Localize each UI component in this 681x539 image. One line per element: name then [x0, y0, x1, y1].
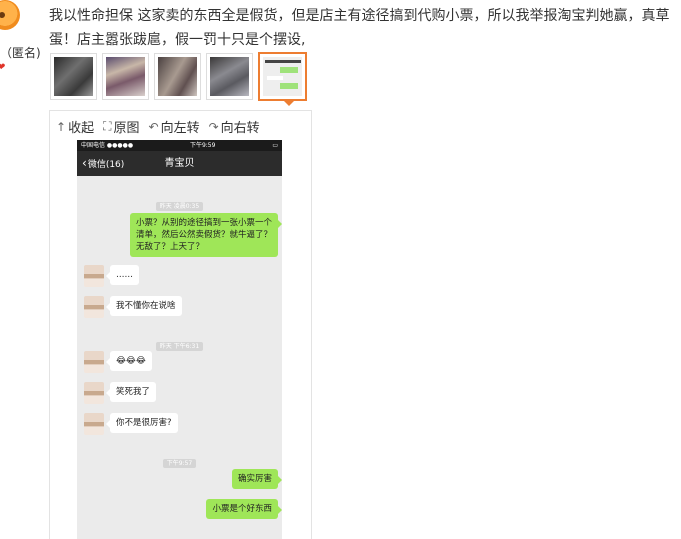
chat-nav-bar: ‹微信(16) 青宝贝: [77, 151, 282, 176]
rotate-right-icon: ↷: [208, 119, 219, 134]
message-bubble: 笑死我了: [105, 382, 157, 402]
message-bubble: 😂😂😂: [106, 351, 152, 371]
contact-avatar[interactable]: [84, 413, 104, 435]
timestamp: 下午9:57: [77, 450, 282, 469]
status-time: 下午9:59: [189, 142, 216, 149]
user-avatar[interactable]: [0, 0, 20, 30]
timestamp: 昨天 下午6:31: [77, 333, 282, 352]
thumbnail-image: [106, 57, 145, 96]
viewer-toolbar: ↑ 收起 ⛶ 原图 ↶ 向左转 ↷ 向右转: [56, 117, 260, 136]
contact-avatar[interactable]: [84, 265, 104, 287]
contact-avatar[interactable]: [84, 382, 104, 404]
chat-screenshot[interactable]: 中国电信 ●●●●● 下午9:59 ▭ ‹微信(16) 青宝贝 昨天 凌晨0:3…: [77, 140, 282, 539]
original-image-button[interactable]: ⛶ 原图: [103, 117, 139, 136]
message-right: 确实厉害: [231, 469, 282, 489]
message-left: 😂😂😂: [84, 351, 152, 373]
arrow-up-icon: ↑: [56, 119, 67, 134]
phone-status-bar: 中国电信 ●●●●● 下午9:59 ▭: [77, 140, 282, 151]
rotate-left-button[interactable]: ↶ 向左转: [148, 117, 200, 137]
message-bubble: 确实厉害: [231, 469, 282, 489]
chat-title: 青宝贝: [164, 158, 195, 169]
message-left: ……: [84, 265, 139, 287]
rotate-right-button[interactable]: ↷ 向右转: [208, 117, 260, 137]
timestamp-text: 昨天 凌晨0:35: [155, 202, 204, 211]
timestamp: 昨天 凌晨0:35: [77, 193, 282, 212]
carrier-signal: 中国电信 ●●●●●: [81, 142, 134, 149]
message-bubble: 小票？从别的途径搞到一张小票一个清单，然后公然卖假货？就牛逼了？无敌了？上天了？: [130, 213, 282, 257]
author-label: （匿名): [0, 46, 41, 60]
rotate-left-label: 向左转: [160, 121, 200, 136]
message-left: 笑死我了: [84, 382, 157, 404]
collapse-label: 收起: [68, 121, 95, 136]
image-viewer: ↑ 收起 ⛶ 原图 ↶ 向左转 ↷ 向右转 中国电信 ●●●●● 下午9:59 …: [49, 110, 312, 539]
thumbnail-image: [263, 57, 302, 96]
thumbnail-strip: [50, 52, 307, 101]
thumbnail-image: [54, 57, 93, 96]
contact-avatar[interactable]: [84, 296, 104, 318]
thumbnail-2[interactable]: [102, 53, 149, 100]
thumbnail-3[interactable]: [154, 53, 201, 100]
thumbnail-1[interactable]: [50, 53, 97, 100]
thumbnail-image: [158, 57, 197, 96]
heart-icon: ❤: [0, 62, 6, 73]
rotate-left-icon: ↶: [148, 119, 159, 134]
message-bubble: 小票是个好东西: [206, 499, 282, 519]
thumbnail-4[interactable]: [206, 53, 253, 100]
thumbnail-5-selected[interactable]: [258, 52, 307, 101]
rotate-right-label: 向右转: [220, 121, 260, 136]
message-bubble: 我不懂你在说啥: [106, 296, 182, 316]
message-right: 小票是个好东西: [206, 499, 282, 519]
message-bubble: ……: [106, 265, 139, 285]
post-text: 我以性命担保 这家卖的东西全是假货，但是店主有途径搞到代购小票，所以我举报淘宝判…: [49, 8, 670, 48]
message-left: 我不懂你在说啥: [84, 296, 182, 318]
thumbnail-image: [210, 57, 249, 96]
selection-pointer-icon: [283, 100, 295, 106]
collapse-button[interactable]: ↑ 收起: [56, 117, 95, 137]
timestamp-text: 昨天 下午6:31: [155, 342, 204, 351]
message-left: 你不是很厉害?: [84, 413, 178, 435]
contact-avatar[interactable]: [84, 351, 104, 373]
message-right: 小票？从别的途径搞到一张小票一个清单，然后公然卖假货？就牛逼了？无敌了？上天了？: [130, 213, 282, 257]
timestamp-text: 下午9:57: [162, 459, 197, 468]
message-bubble: 你不是很厉害?: [106, 413, 178, 433]
original-image-label: 原图: [113, 121, 140, 136]
expand-icon: ⛶: [103, 119, 112, 133]
battery-icon: ▭: [272, 142, 278, 149]
chat-area: 昨天 凌晨0:35 小票？从别的途径搞到一张小票一个清单，然后公然卖假货？就牛逼…: [77, 176, 282, 539]
